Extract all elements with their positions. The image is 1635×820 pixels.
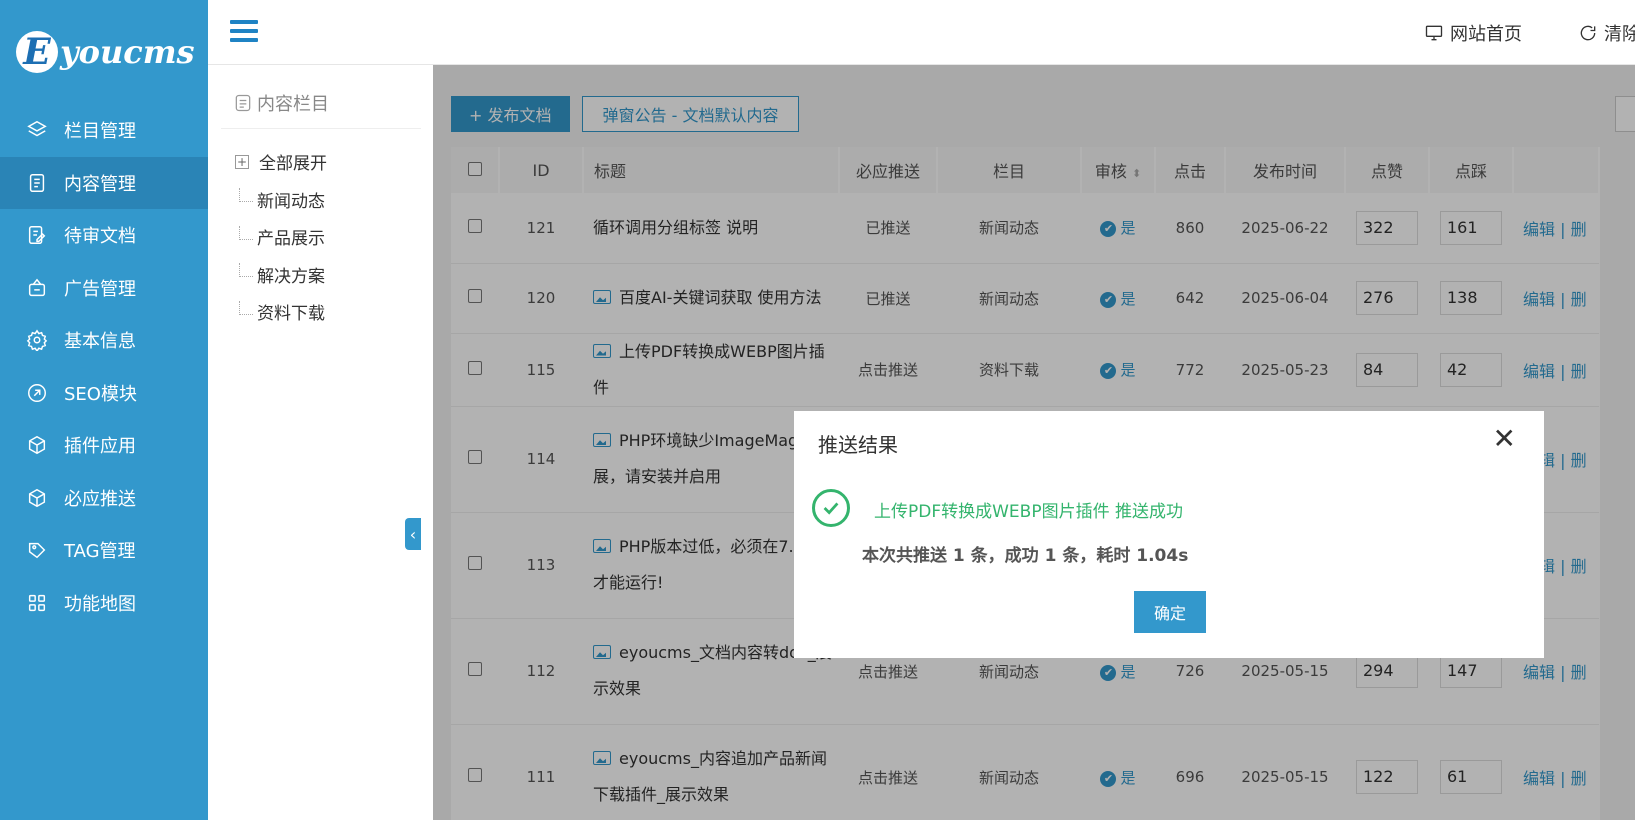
logo[interactable]: E youcms bbox=[0, 0, 208, 104]
sidebar-item-3[interactable]: 广告管理 bbox=[0, 262, 208, 315]
tree-item-label: 新闻动态 bbox=[257, 191, 325, 212]
edit-document-icon bbox=[26, 224, 48, 246]
sidebar-item-2[interactable]: 待审文档 bbox=[0, 209, 208, 262]
sidebar-nav: 栏目管理内容管理待审文档广告管理基本信息 SEO模块插件应用必应推送 TAG管理功能… bbox=[0, 104, 208, 629]
sidebar-item-1[interactable]: 内容管理 bbox=[0, 156, 208, 209]
sidebar-item-label: 待审文档 bbox=[64, 226, 136, 248]
site-home-label: 网站首页 bbox=[1450, 24, 1522, 45]
sidebar-item-label: 功能地图 bbox=[64, 593, 136, 615]
top-bar: 网站首页 清除 bbox=[208, 0, 1635, 65]
modal-success-message: 上传PDF转换成WEBP图片插件 推送成功 bbox=[874, 502, 1183, 522]
tag-icon bbox=[26, 539, 48, 561]
sidebar-item-6[interactable]: 插件应用 bbox=[0, 419, 208, 472]
tree-item[interactable]: 产品展示 bbox=[235, 218, 421, 256]
logo-text: youcms bbox=[60, 33, 195, 71]
tree-item-label: 资料下载 bbox=[257, 304, 325, 325]
gear-icon bbox=[26, 329, 48, 352]
document-icon bbox=[26, 172, 48, 194]
modal-title: 推送结果 bbox=[818, 433, 898, 457]
ad-icon bbox=[26, 277, 48, 299]
sidebar-item-7[interactable]: 必应推送 bbox=[0, 472, 208, 525]
grid-icon bbox=[26, 592, 48, 614]
cube-icon bbox=[26, 487, 48, 509]
cube-icon bbox=[26, 434, 48, 456]
tree-title: 内容栏目 bbox=[221, 77, 421, 129]
tree-expand-label: 全部展开 bbox=[259, 154, 327, 175]
clear-cache-label: 清除 bbox=[1604, 24, 1635, 45]
sidebar-item-label: 栏目管理 bbox=[64, 121, 136, 143]
sidebar-item-label: SEO模块 bbox=[64, 383, 137, 405]
tree-branch-line bbox=[239, 188, 253, 203]
sidebar-item-label: TAG管理 bbox=[64, 541, 136, 563]
sidebar-item-label: 插件应用 bbox=[64, 436, 136, 458]
tree-branch-line bbox=[239, 225, 253, 240]
success-check-icon bbox=[812, 489, 850, 527]
sidebar-item-label: 广告管理 bbox=[64, 278, 136, 300]
push-result-modal: 推送结果 ✕ 上传PDF转换成WEBP图片插件 推送成功 本次共推送 1 条，成… bbox=[794, 411, 1544, 658]
sidebar-item-0[interactable]: 栏目管理 bbox=[0, 104, 208, 157]
sidebar-item-label: 必应推送 bbox=[64, 488, 136, 510]
tree-item-label: 解决方案 bbox=[257, 266, 325, 287]
sidebar-item-4[interactable]: 基本信息 bbox=[0, 314, 208, 367]
tree-item[interactable]: 新闻动态 bbox=[235, 181, 421, 219]
sidebar-item-9[interactable]: 功能地图 bbox=[0, 577, 208, 630]
tree-list: + 全部展开 新闻动态产品展示解决方案资料下载 bbox=[221, 129, 421, 331]
tree-item-label: 产品展示 bbox=[257, 229, 325, 250]
menu-toggle-icon[interactable] bbox=[230, 20, 258, 46]
content-tree-panel: 内容栏目 + 全部展开 新闻动态产品展示解决方案资料下载 bbox=[221, 77, 421, 820]
tree-branch-line bbox=[239, 300, 253, 315]
collapse-panel-button[interactable]: ‹ bbox=[405, 518, 421, 550]
clear-cache-link[interactable]: 清除 bbox=[1578, 20, 1635, 46]
plus-icon[interactable]: + bbox=[235, 154, 249, 169]
sidebar-item-8[interactable]: TAG管理 bbox=[0, 524, 208, 577]
sidebar-item-5[interactable]: SEO模块 bbox=[0, 367, 208, 420]
seo-icon bbox=[26, 382, 48, 404]
sidebar-item-label: 内容管理 bbox=[64, 173, 136, 195]
tree-item[interactable]: 资料下载 bbox=[235, 293, 421, 331]
site-home-link[interactable]: 网站首页 bbox=[1424, 20, 1522, 46]
monitor-icon bbox=[1425, 25, 1443, 41]
refresh-icon bbox=[1580, 25, 1596, 41]
sidebar: E youcms 栏目管理内容管理待审文档广告管理基本信息 SEO模块插件应用必应… bbox=[0, 0, 208, 820]
tree-item[interactable]: 解决方案 bbox=[235, 256, 421, 294]
sidebar-item-label: 基本信息 bbox=[64, 331, 136, 353]
close-icon[interactable]: ✕ bbox=[1493, 425, 1516, 453]
modal-summary: 本次共推送 1 条，成功 1 条，耗时 1.04s bbox=[862, 546, 1189, 566]
confirm-button[interactable]: 确定 bbox=[1134, 591, 1206, 633]
chevron-left-icon: ‹ bbox=[409, 524, 417, 544]
tree-title-label: 内容栏目 bbox=[257, 93, 329, 115]
list-document-icon bbox=[235, 94, 251, 111]
layers-icon bbox=[26, 119, 48, 141]
tree-expand-all[interactable]: + 全部展开 bbox=[235, 143, 421, 181]
tree-branch-line bbox=[239, 263, 253, 278]
logo-mark: E bbox=[16, 31, 58, 73]
